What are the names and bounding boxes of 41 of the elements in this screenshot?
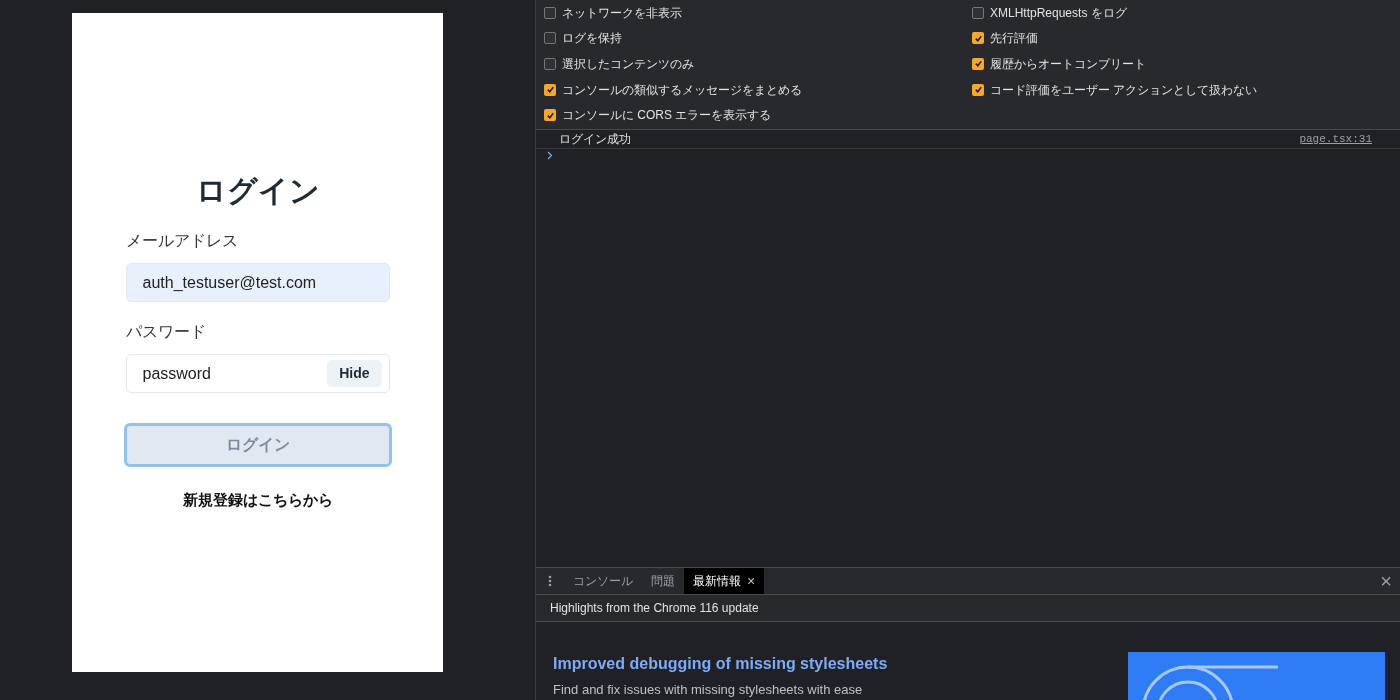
checkbox[interactable] bbox=[972, 58, 984, 70]
article-title: Improved debugging of missing stylesheets bbox=[553, 654, 889, 674]
password-label: パスワード bbox=[125, 322, 207, 342]
checkbox-label: 先行評価 bbox=[990, 30, 1038, 48]
checkmark-icon bbox=[545, 85, 555, 95]
checkbox-label: コード評価をユーザー アクションとして扱わない bbox=[990, 81, 1258, 99]
more-options-icon[interactable] bbox=[548, 575, 552, 587]
checkbox-label: コンソールに CORS エラーを表示する bbox=[562, 107, 772, 125]
email-field[interactable]: auth_testuser@test.com bbox=[125, 263, 390, 302]
email-label: メールアドレス bbox=[125, 231, 239, 251]
checkbox[interactable] bbox=[544, 58, 556, 70]
checkmark-icon bbox=[973, 85, 983, 95]
source-link[interactable]: page.tsx:31 bbox=[1299, 130, 1372, 148]
drawer-tab[interactable]: コンソール bbox=[564, 568, 642, 594]
password-field[interactable]: password Hide bbox=[125, 354, 390, 393]
checkbox-label: コンソールの類似するメッセージをまとめる bbox=[562, 81, 802, 99]
checkbox[interactable] bbox=[544, 6, 556, 19]
checkmark-icon bbox=[973, 33, 983, 43]
checkmark-icon bbox=[973, 59, 983, 69]
checkbox[interactable] bbox=[972, 83, 984, 96]
checkbox-label: 履歴からオートコンプリート bbox=[990, 56, 1146, 73]
console-message-text: ログイン成功 bbox=[559, 131, 632, 148]
close-drawer-button[interactable]: × bbox=[1380, 571, 1392, 591]
checkbox-label: ネットワークを非表示 bbox=[562, 4, 682, 22]
checkbox[interactable] bbox=[972, 6, 984, 19]
hide-password-button[interactable]: Hide bbox=[327, 360, 382, 387]
checkbox[interactable] bbox=[972, 32, 984, 45]
close-tab-icon[interactable]: × bbox=[747, 570, 756, 592]
prompt-chevron-icon bbox=[547, 151, 553, 160]
checkbox-label: XMLHttpRequests をログ bbox=[990, 4, 1127, 22]
checkmark-icon bbox=[545, 110, 555, 120]
login-title: ログイン bbox=[195, 173, 320, 209]
checkbox-label: ログを保持 bbox=[562, 30, 622, 48]
drawer-tab[interactable]: 問題 bbox=[642, 568, 684, 594]
checkbox[interactable] bbox=[544, 32, 556, 45]
checkbox[interactable] bbox=[544, 109, 556, 122]
article-body: Find and fix issues with missing stylesheets with ease bbox=[553, 681, 864, 699]
drawer-tab[interactable]: 最新情報 × bbox=[684, 568, 765, 594]
checkbox[interactable] bbox=[544, 83, 556, 96]
register-link[interactable]: 新規登録はこちらから bbox=[182, 489, 333, 512]
checkbox-label: 選択したコンテンツのみ bbox=[562, 56, 694, 73]
